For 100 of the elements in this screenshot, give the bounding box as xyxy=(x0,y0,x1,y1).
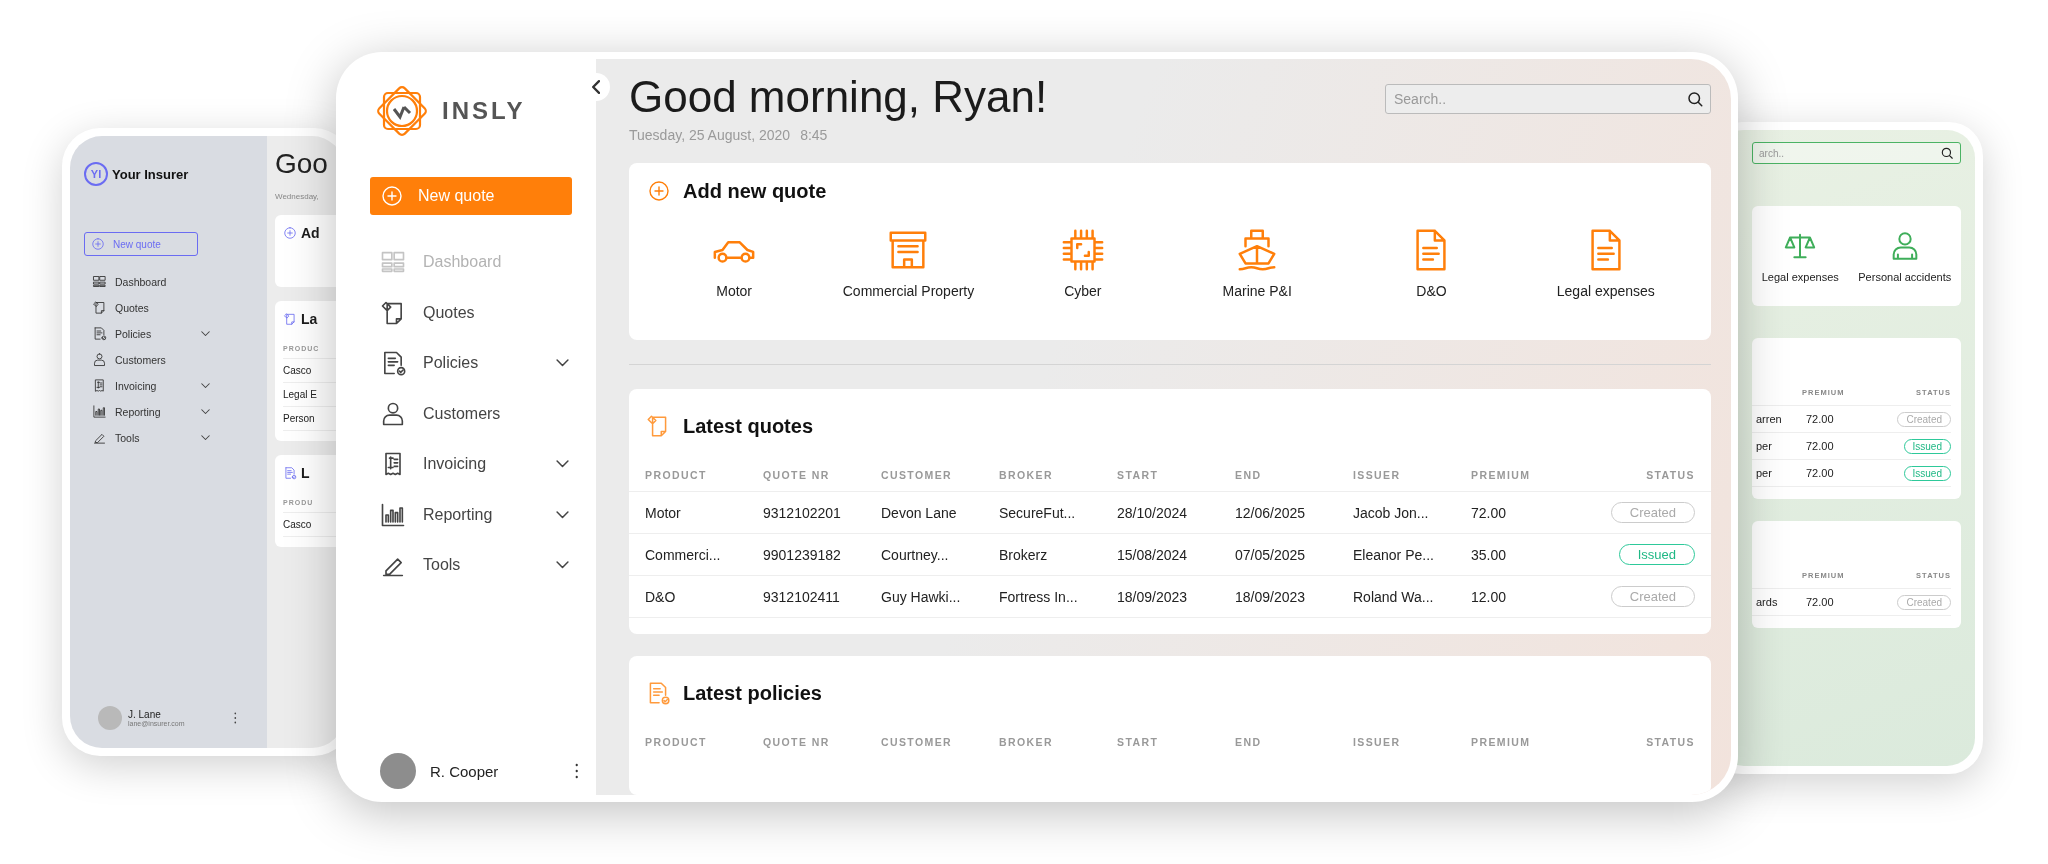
column-header: PREMIUM xyxy=(1471,736,1532,749)
table-cell-text: 9312102201 xyxy=(763,504,842,521)
column-header: BROKER xyxy=(999,736,1054,749)
nav-item[interactable]: Customers xyxy=(84,352,210,367)
table-cell-text: 15/08/2024 xyxy=(1117,546,1189,563)
table-cell-text: 12.00 xyxy=(1471,588,1508,605)
date: Tuesday, 25 August, 2020 xyxy=(629,127,791,144)
table-cell-text: Courtney... xyxy=(881,546,950,563)
table-cell-text: Commerci... xyxy=(645,546,722,563)
table-cell-text: per xyxy=(1755,440,1773,452)
column-header: STATUS xyxy=(1646,469,1695,482)
date: Wednesday, xyxy=(275,192,320,201)
product-tile[interactable]: D&O xyxy=(1408,227,1455,300)
card-title: Latest quotes xyxy=(683,414,814,438)
table-cell-text: per xyxy=(1755,467,1773,479)
table-cell-text: Jacob Jon... xyxy=(1353,504,1430,521)
table-cell-text: ards xyxy=(1755,596,1779,608)
column-header: STATUS xyxy=(1646,736,1695,749)
table-cell-text: 72.00 xyxy=(1805,413,1835,425)
table-cell-text: 72.00 xyxy=(1471,504,1508,521)
more-icon xyxy=(574,763,578,779)
column-header: START xyxy=(1117,736,1160,749)
column-header: ISSUER xyxy=(1353,736,1402,749)
document-check-icon xyxy=(92,326,107,341)
table-cell-text: 35.00 xyxy=(1471,546,1508,563)
table-cell-text: 07/05/2025 xyxy=(1235,546,1307,563)
greeting: Goo xyxy=(275,148,329,180)
receipt-icon xyxy=(92,378,107,393)
table-cell-text: Eleanor Pe... xyxy=(1353,546,1435,563)
avatar xyxy=(98,706,122,730)
nav-item[interactable]: Reporting xyxy=(84,404,210,419)
brand-name: Your Insurer xyxy=(112,166,189,182)
avatar xyxy=(380,753,416,789)
table-cell-text: Guy Hawki... xyxy=(881,588,962,605)
time: 8:45 xyxy=(800,127,828,144)
search-field[interactable]: Search.. xyxy=(1385,84,1711,114)
search-field[interactable]: arch.. xyxy=(1752,142,1961,164)
column-header: QUOTE NR xyxy=(763,736,831,749)
table-cell-text: Motor xyxy=(645,504,682,521)
person-icon xyxy=(92,352,107,367)
card-title: Latest policies xyxy=(683,681,822,705)
table-cell-text: arren xyxy=(1755,413,1783,425)
table-cell-text: Roland Wa... xyxy=(1353,588,1435,605)
table-cell-text: 72.00 xyxy=(1805,440,1835,452)
nav-item[interactable]: Invoicing xyxy=(84,378,210,393)
product-tile[interactable]: Motor xyxy=(711,227,758,300)
table-cell-text: 9312102411 xyxy=(763,588,841,605)
note-icon xyxy=(283,312,297,326)
grid-icon xyxy=(92,274,107,289)
column-header: END xyxy=(1235,736,1263,749)
table-cell-text: D&O xyxy=(645,588,677,605)
more-icon xyxy=(234,712,237,724)
logo-mark: YI xyxy=(84,162,108,186)
brand-name: INSLY xyxy=(442,97,526,125)
column-header: PRODUCT xyxy=(645,469,708,482)
nav-item[interactable]: Reporting xyxy=(370,489,569,540)
product-tile[interactable]: Marine P&I xyxy=(1222,227,1292,300)
table-cell-text: 28/10/2024 xyxy=(1117,504,1189,521)
search-icon xyxy=(1686,90,1704,108)
card-title: La xyxy=(301,311,318,327)
table-cell-text: 9901239182 xyxy=(763,546,842,563)
product-tile[interactable]: Commercial Property xyxy=(842,227,975,300)
chevron-left-icon xyxy=(591,80,601,94)
bar-chart-icon xyxy=(92,404,107,419)
product-tile[interactable]: Personal accidents xyxy=(1858,229,1952,283)
column-header: BROKER xyxy=(999,469,1054,482)
nav-item[interactable]: Dashboard xyxy=(84,274,210,289)
user-name: R. Cooper xyxy=(430,762,500,780)
column-header: PREMIUM xyxy=(1471,469,1532,482)
product-tile[interactable]: Legal expenses xyxy=(1556,227,1655,300)
nav-item[interactable]: Customers xyxy=(370,388,569,439)
table-cell-text: Devon Lane xyxy=(881,504,958,521)
card-title: L xyxy=(301,465,310,481)
nav-item[interactable]: Tools xyxy=(370,540,569,591)
table-cell-text: 72.00 xyxy=(1805,596,1835,608)
table-cell-text: 12/06/2025 xyxy=(1235,504,1307,521)
column-header: CUSTOMER xyxy=(881,736,954,749)
column-header: ISSUER xyxy=(1353,469,1402,482)
table-cell-text: 18/09/2023 xyxy=(1235,588,1307,605)
user-name: J. Lane xyxy=(128,709,162,720)
product-tile[interactable]: Legal expenses xyxy=(1761,229,1839,283)
search-icon xyxy=(1940,146,1954,160)
column-header: PRODUCT xyxy=(645,736,708,749)
table-cell-text: 18/09/2023 xyxy=(1117,588,1189,605)
column-header: CUSTOMER xyxy=(881,469,954,482)
nav-item[interactable]: Tools xyxy=(84,430,210,445)
nav-item[interactable]: Quotes xyxy=(84,300,210,315)
column-header: QUOTE NR xyxy=(763,469,831,482)
table-cell-text: Brokerz xyxy=(999,546,1049,563)
card-title: Ad xyxy=(301,225,320,241)
nav-item[interactable]: Quotes xyxy=(370,287,569,338)
nav-item[interactable]: Policies xyxy=(370,338,569,389)
column-header: START xyxy=(1117,469,1160,482)
note-icon xyxy=(92,300,107,315)
nav-item[interactable]: Invoicing xyxy=(370,439,569,490)
table-cell-text: 72.00 xyxy=(1805,467,1835,479)
document-check-icon xyxy=(283,466,297,480)
table-cell-text: SecureFut... xyxy=(999,504,1077,521)
nav-item[interactable]: Policies xyxy=(84,326,210,341)
product-tile[interactable]: Cyber xyxy=(1059,227,1106,300)
